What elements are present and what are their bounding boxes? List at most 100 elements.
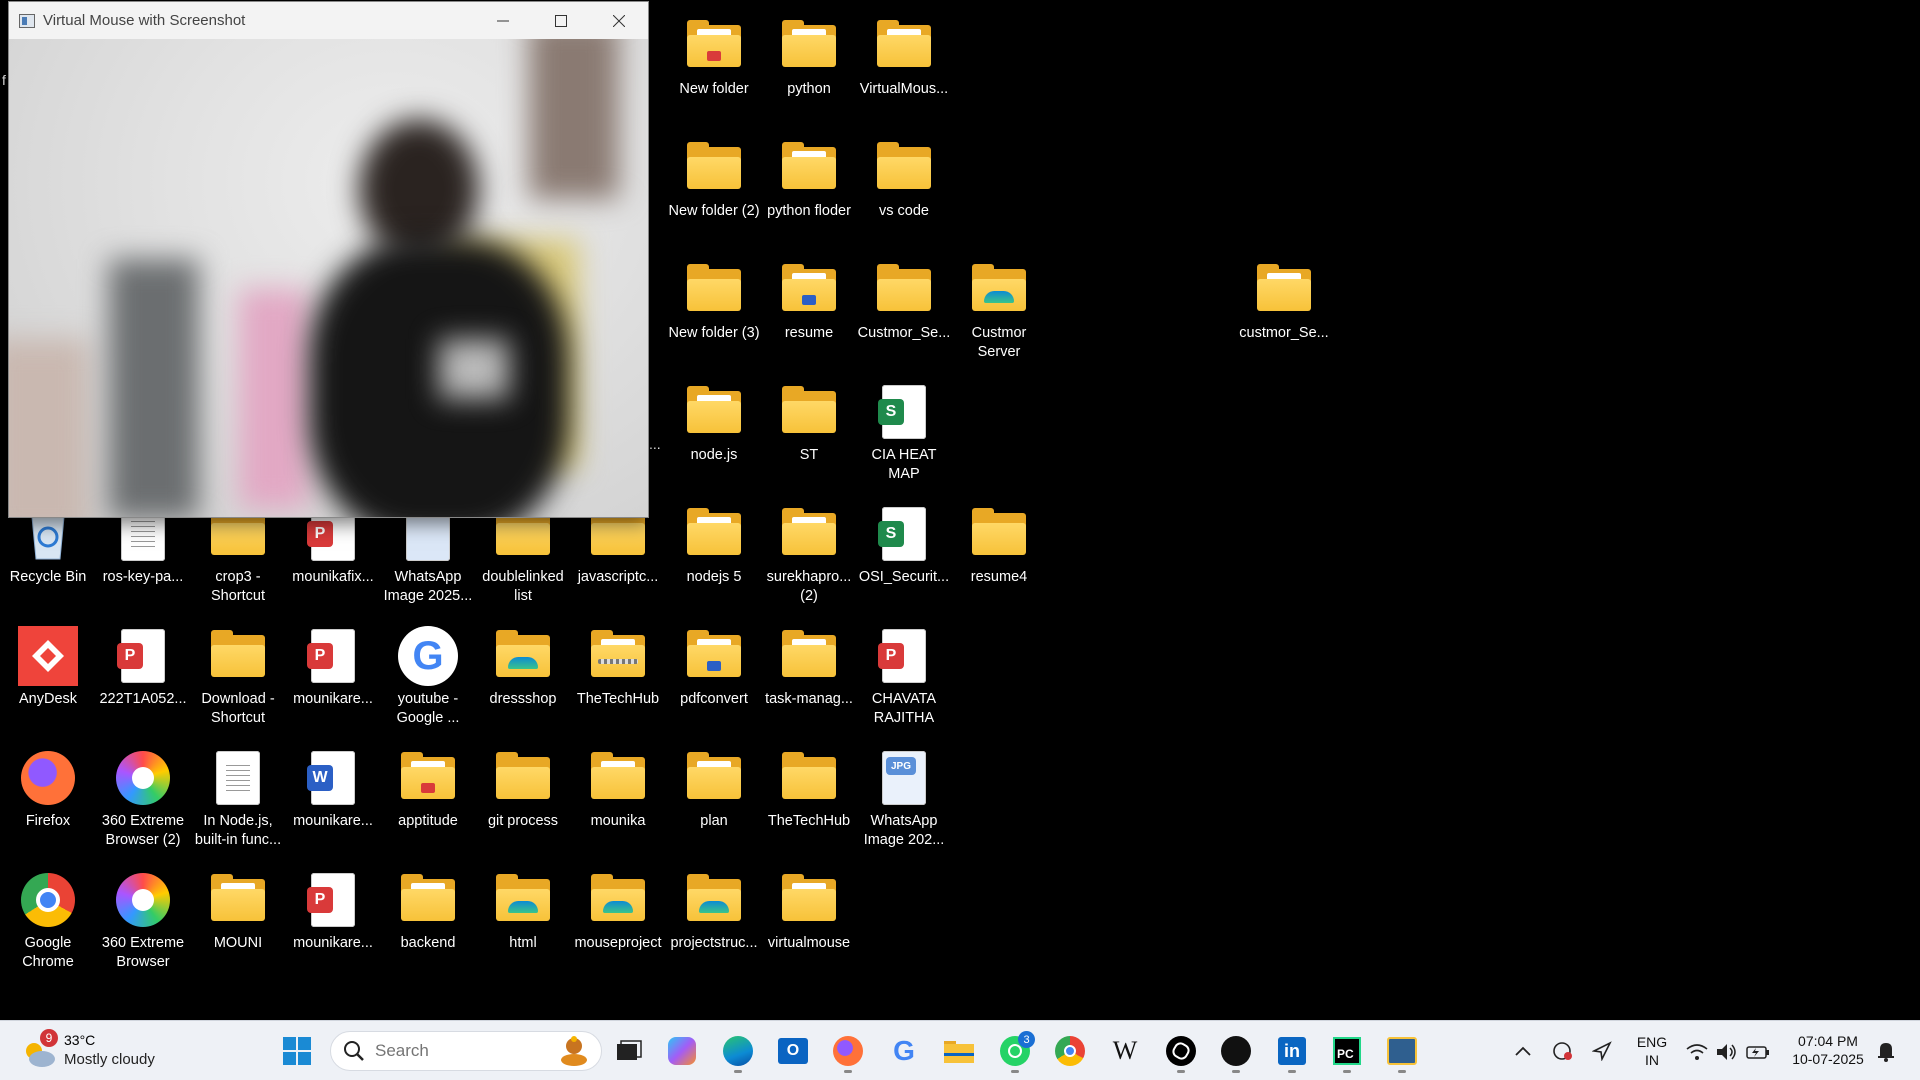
desktop-icon[interactable]: python [763, 8, 855, 126]
maximize-button[interactable] [532, 2, 590, 39]
desktop-icon-image [18, 626, 78, 686]
taskbar-google-button[interactable]: G [882, 1029, 926, 1073]
desktop-icon[interactable]: New folder (2) [668, 130, 760, 248]
desktop-icon-image [208, 870, 268, 930]
desktop-icon-label: Custmor Server [971, 325, 1027, 360]
desktop-icon[interactable]: TheTechHub [572, 618, 664, 736]
desktop-icon[interactable]: virtualmouse [763, 862, 855, 980]
desktop-icon[interactable]: 360 Extreme Browser [97, 862, 189, 980]
desktop-icon[interactable]: New folder [668, 8, 760, 126]
taskbar-whatsapp-button[interactable]: 3 [993, 1029, 1037, 1073]
desktop-icon[interactable]: VirtualMous... [858, 8, 950, 126]
desktop-icon[interactable]: AnyDesk [2, 618, 94, 736]
desktop-icon[interactable]: Firefox [2, 740, 94, 858]
language-indicator[interactable]: ENG IN [1632, 1033, 1672, 1069]
location-icon[interactable] [1592, 1041, 1612, 1061]
desktop-icon-label: ros-key-pa... [102, 569, 184, 585]
desktop-icon[interactable]: python floder [763, 130, 855, 248]
chevron-up-icon[interactable] [1515, 1046, 1531, 1056]
desktop-icon[interactable]: projectstruc... [668, 862, 760, 980]
desktop-icon[interactable]: MOUNI [192, 862, 284, 980]
desktop-icon[interactable]: S OSI_Securit... [858, 496, 950, 614]
desktop-icon[interactable]: P 222T1A052... [97, 618, 189, 736]
desktop-icon[interactable]: Pmounikare... [287, 618, 379, 736]
chrome-icon [1055, 1036, 1085, 1066]
virtual-mouse-window[interactable]: Virtual Mouse with Screenshot [8, 1, 649, 518]
desktop-icon[interactable]: P CHAVATA RAJITHA [858, 618, 950, 736]
taskbar-linkedin-button[interactable]: in [1270, 1029, 1314, 1073]
desktop-icon-image: G [398, 626, 458, 686]
desktop-icon[interactable]: mouseproject [572, 862, 664, 980]
battery-icon[interactable] [1746, 1044, 1770, 1060]
desktop-icon[interactable]: Download - Shortcut [192, 618, 284, 736]
taskbar-chatgpt-button[interactable] [1159, 1029, 1203, 1073]
desktop-icon-image [684, 382, 744, 442]
desktop-icon[interactable]: Custmor Server [953, 252, 1045, 370]
desktop-icon[interactable]: dressshop [477, 618, 569, 736]
start-button[interactable] [275, 1029, 319, 1073]
desktop-icon[interactable]: Custmor_Se... [858, 252, 950, 370]
desktop-icon[interactable]: TheTechHub [763, 740, 855, 858]
taskbar-copilot-button[interactable] [660, 1029, 704, 1073]
desktop-icon-image [493, 626, 553, 686]
desktop-icon[interactable]: Google Chrome [2, 862, 94, 980]
copilot-icon [668, 1037, 696, 1065]
taskbar-wikipedia-button[interactable]: W [1103, 1029, 1147, 1073]
desktop-icon[interactable]: mounika [572, 740, 664, 858]
taskbar-file-explorer-button[interactable] [937, 1029, 981, 1073]
taskbar-chrome-button[interactable] [1048, 1029, 1092, 1073]
desktop-icon[interactable]: custmor_Se... [1238, 252, 1330, 370]
desktop-icon-label: 360 Extreme Browser [101, 935, 185, 970]
taskbar-firefox-button[interactable] [826, 1029, 870, 1073]
desktop-icon[interactable]: Gyoutube - Google ... [382, 618, 474, 736]
sync-icon[interactable] [1551, 1040, 1573, 1062]
window-titlebar[interactable]: Virtual Mouse with Screenshot [9, 2, 648, 39]
desktop-icon[interactable]: Pmounikare... [287, 862, 379, 980]
desktop-icon[interactable]: pdfconvert [668, 618, 760, 736]
desktop-icon[interactable]: 360 Extreme Browser (2) [97, 740, 189, 858]
taskbar-edge-button[interactable] [716, 1029, 760, 1073]
desktop-icon[interactable]: vs code [858, 130, 950, 248]
search-highlight-icon [561, 1036, 587, 1066]
desktop-icon-label: CIA HEAT MAP [871, 447, 937, 482]
folder-icon [782, 508, 836, 555]
taskbar-task-view-button[interactable] [607, 1029, 651, 1073]
taskbar-github-button[interactable] [1214, 1029, 1258, 1073]
desktop-icon[interactable]: JPG WhatsApp Image 202... [858, 740, 950, 858]
taskbar-python-button[interactable] [1380, 1029, 1424, 1073]
taskbar-search[interactable] [330, 1031, 602, 1071]
desktop-icon[interactable]: New folder (3) [668, 252, 760, 370]
desktop-icon[interactable]: In Node.js, built-in func... [192, 740, 284, 858]
desktop-icon[interactable]: plan [668, 740, 760, 858]
desktop-icon[interactable]: backend [382, 862, 474, 980]
desktop-icon-label: AnyDesk [18, 691, 78, 707]
close-button[interactable] [590, 2, 648, 39]
desktop-icon-image [18, 748, 78, 808]
desktop-icon[interactable]: resume [763, 252, 855, 370]
desktop-icon-label: mouseproject [574, 935, 662, 951]
desktop-icon[interactable]: node.js [668, 374, 760, 492]
desktop-icon[interactable]: ST [763, 374, 855, 492]
notification-bell-icon[interactable] [1876, 1040, 1896, 1062]
desktop-icon[interactable]: Wmounikare... [287, 740, 379, 858]
desktop-icon[interactable]: surekhapro... (2) [763, 496, 855, 614]
desktop-icon[interactable]: html [477, 862, 569, 980]
volume-icon[interactable] [1716, 1043, 1738, 1061]
taskbar-pycharm-button[interactable]: PC [1325, 1029, 1369, 1073]
desktop-icon[interactable]: git process [477, 740, 569, 858]
minimize-button[interactable] [474, 2, 532, 39]
folder-icon [687, 630, 741, 677]
taskbar-outlook-button[interactable]: O [771, 1029, 815, 1073]
desktop-icon[interactable]: nodejs 5 [668, 496, 760, 614]
desktop-icon[interactable]: resume4 [953, 496, 1045, 614]
window-title: Virtual Mouse with Screenshot [43, 12, 246, 29]
folder-icon [687, 752, 741, 799]
weather-widget[interactable]: 9 33°C Mostly cloudy [20, 1027, 170, 1075]
clock[interactable]: 07:04 PM 10-07-2025 [1778, 1032, 1878, 1068]
search-input[interactable] [375, 1041, 555, 1061]
wifi-icon[interactable] [1686, 1043, 1708, 1061]
app-window-icon [19, 13, 35, 28]
desktop-icon[interactable]: apptitude [382, 740, 474, 858]
desktop-icon[interactable]: task-manag... [763, 618, 855, 736]
desktop-icon[interactable]: S CIA HEAT MAP [858, 374, 950, 492]
